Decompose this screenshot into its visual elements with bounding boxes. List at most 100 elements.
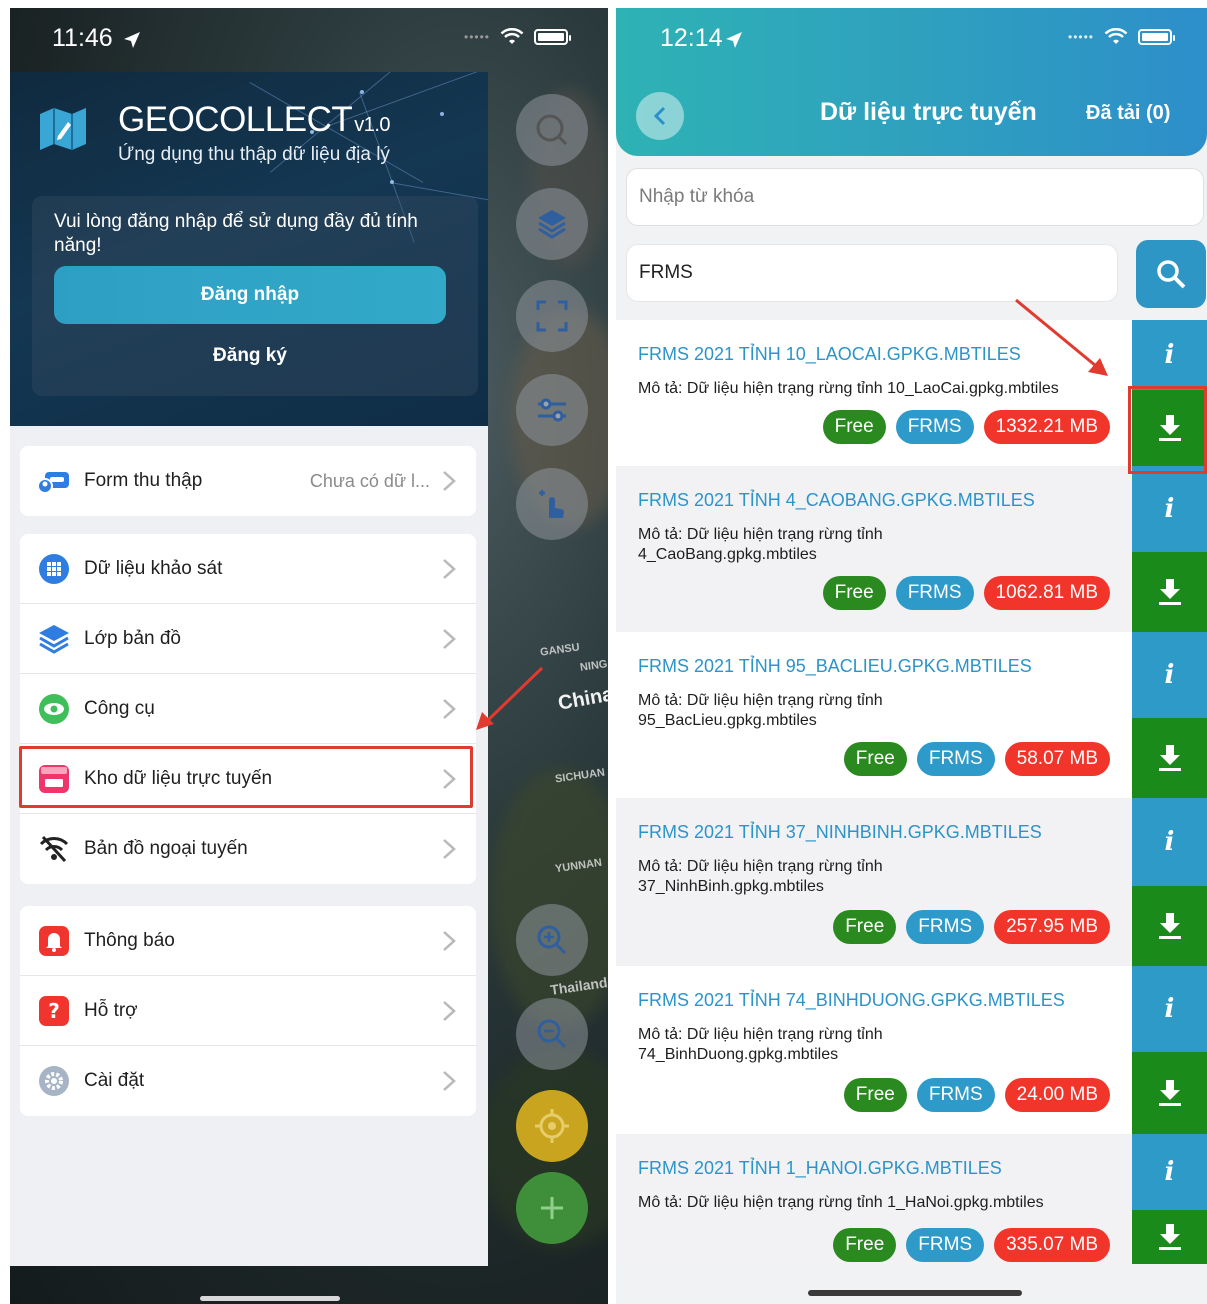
menu-label-support: Hỗ trợ: [84, 999, 138, 1021]
grid-icon: [36, 551, 72, 587]
search-button[interactable]: [1136, 240, 1206, 308]
downloaded-button[interactable]: Đã tải (0): [1086, 102, 1170, 125]
menu-item-support[interactable]: ? Hỗ trợ: [20, 976, 476, 1046]
item-description: Mô tả: Dữ liệu hiện trạng rừng tỉnh 95_B…: [638, 692, 883, 729]
download-button[interactable]: [1132, 886, 1207, 966]
list-item[interactable]: FRMS 2021 TỈNH 37_NINHBINH.GPKG.MBTILES …: [616, 798, 1207, 966]
chevron-right-icon: [443, 629, 456, 649]
download-icon: [1158, 579, 1181, 605]
menu-label-settings: Cài đặt: [84, 1070, 145, 1091]
download-icon: [1158, 913, 1181, 939]
download-button[interactable]: [1132, 1210, 1207, 1264]
zoom-in-button[interactable]: [516, 904, 588, 976]
download-button[interactable]: [1132, 1052, 1207, 1134]
store-icon: [36, 761, 72, 797]
chevron-right-icon: [443, 839, 456, 859]
free-badge: Free: [833, 910, 897, 944]
map-label-ning: NING: [579, 658, 608, 674]
tag-badge: FRMS: [906, 1228, 985, 1262]
info-icon: i: [1164, 660, 1175, 690]
size-badge: 257.95 MB: [994, 910, 1110, 944]
menu-item-offline-map[interactable]: Bản đồ ngoại tuyến: [20, 814, 476, 884]
size-badge: 335.07 MB: [994, 1228, 1110, 1262]
wifi-icon: [1104, 28, 1128, 44]
app-name: GEOCOLLECT v1.0: [118, 100, 391, 140]
list-item[interactable]: FRMS 2021 TỈNH 4_CAOBANG.GPKG.MBTILES Mô…: [616, 466, 1207, 632]
item-title: FRMS 2021 TỈNH 74_BINHDUONG.GPKG.MBTILES: [638, 990, 1065, 1010]
menu-item-tools[interactable]: Công cụ: [20, 674, 476, 744]
my-location-button[interactable]: [516, 1090, 588, 1162]
add-button[interactable]: [516, 1172, 588, 1244]
free-badge: Free: [822, 410, 886, 444]
eye-icon: [36, 691, 72, 727]
drawer-menu: Form thu thập Chưa có dữ l... Dữ liệu kh…: [10, 426, 488, 1266]
app-name-text: GEOCOLLECT: [118, 100, 353, 139]
download-button[interactable]: [1132, 390, 1207, 466]
list-item[interactable]: FRMS 2021 TỈNH 1_HANOI.GPKG.MBTILES Mô t…: [616, 1134, 1207, 1264]
chevron-right-icon: [443, 769, 456, 789]
menu-label-online-store: Kho dữ liệu trực tuyến: [84, 767, 273, 789]
search-query-input[interactable]: [626, 244, 1118, 302]
download-icon: [1158, 1224, 1181, 1250]
list-item[interactable]: FRMS 2021 TỈNH 95_BACLIEU.GPKG.MBTILES M…: [616, 632, 1207, 798]
app-subtitle: Ứng dụng thu thập dữ liệu địa lý: [118, 144, 390, 165]
zoom-out-button[interactable]: [516, 998, 588, 1070]
info-button[interactable]: i: [1132, 466, 1207, 552]
download-button[interactable]: [1132, 552, 1207, 632]
location-icon: [535, 1109, 569, 1143]
menu-item-settings[interactable]: Cài đặt: [20, 1046, 476, 1116]
menu-label-form: Form thu thập: [84, 470, 203, 491]
tag-badge: FRMS: [906, 910, 985, 944]
layers-icon: [538, 210, 566, 239]
menu-item-online-store[interactable]: Kho dữ liệu trực tuyến: [20, 744, 476, 814]
info-icon: i: [1164, 1157, 1175, 1187]
info-button[interactable]: i: [1132, 966, 1207, 1052]
chevron-right-icon: [443, 471, 456, 491]
register-button[interactable]: Đăng ký: [54, 336, 446, 376]
status-time: 11:46: [52, 24, 113, 52]
gear-icon: [36, 1063, 72, 1099]
info-button[interactable]: i: [1132, 1134, 1207, 1210]
info-button[interactable]: i: [1132, 798, 1207, 886]
map-filter-button[interactable]: [516, 374, 588, 446]
item-title: FRMS 2021 TỈNH 37_NINHBINH.GPKG.MBTILES: [638, 822, 1042, 842]
back-icon: [653, 106, 666, 126]
chevron-right-icon: [443, 931, 456, 951]
home-indicator: [808, 1290, 1022, 1296]
status-time: 12:14: [660, 24, 723, 52]
map-layers-button[interactable]: [516, 188, 588, 260]
keyword-input[interactable]: [626, 168, 1204, 226]
item-description: Mô tả: Dữ liệu hiện trạng rừng tỉnh 10_L…: [638, 380, 1059, 397]
layers-icon: [36, 621, 72, 657]
info-button[interactable]: i: [1132, 632, 1207, 718]
download-button[interactable]: [1132, 718, 1207, 798]
item-description: Mô tả: Dữ liệu hiện trạng rừng tỉnh 1_Ha…: [638, 1194, 1044, 1211]
menu-label-notifications: Thông báo: [84, 929, 175, 951]
chevron-right-icon: [443, 699, 456, 719]
list-item[interactable]: FRMS 2021 TỈNH 74_BINHDUONG.GPKG.MBTILES…: [616, 966, 1207, 1134]
map-touch-button[interactable]: [516, 468, 588, 540]
location-arrow-icon: [124, 32, 140, 48]
info-icon: i: [1164, 994, 1175, 1024]
chevron-right-icon: [443, 559, 456, 579]
list-item[interactable]: FRMS 2021 TỈNH 10_LAOCAI.GPKG.MBTILES Mô…: [616, 320, 1207, 466]
menu-item-layers[interactable]: Lớp bản đồ: [20, 604, 476, 674]
map-fullscreen-button[interactable]: [516, 280, 588, 352]
map-search-button[interactable]: [516, 94, 588, 166]
menu-item-notifications[interactable]: Thông báo: [20, 906, 476, 976]
form-icon: [36, 463, 72, 499]
home-indicator: [200, 1296, 340, 1301]
location-arrow-icon: [726, 32, 742, 48]
map-logo-icon: [40, 108, 86, 150]
page-header: 12:14 ••••• Dữ liệu trực tuyến Đã tải (0…: [616, 8, 1207, 156]
back-button[interactable]: [636, 92, 684, 140]
info-button[interactable]: i: [1132, 320, 1207, 390]
menu-item-survey[interactable]: Dữ liệu khảo sát: [20, 534, 476, 604]
login-button[interactable]: Đăng nhập: [54, 266, 446, 324]
size-badge: 1062.81 MB: [983, 576, 1110, 610]
item-title: FRMS 2021 TỈNH 95_BACLIEU.GPKG.MBTILES: [638, 656, 1032, 676]
tag-badge: FRMS: [916, 1078, 995, 1112]
menu-item-form[interactable]: Form thu thập Chưa có dữ l...: [20, 446, 476, 516]
menu-label-tools: Công cụ: [84, 697, 155, 719]
right-phone-screen: 12:14 ••••• Dữ liệu trực tuyến Đã tải (0…: [616, 8, 1207, 1304]
